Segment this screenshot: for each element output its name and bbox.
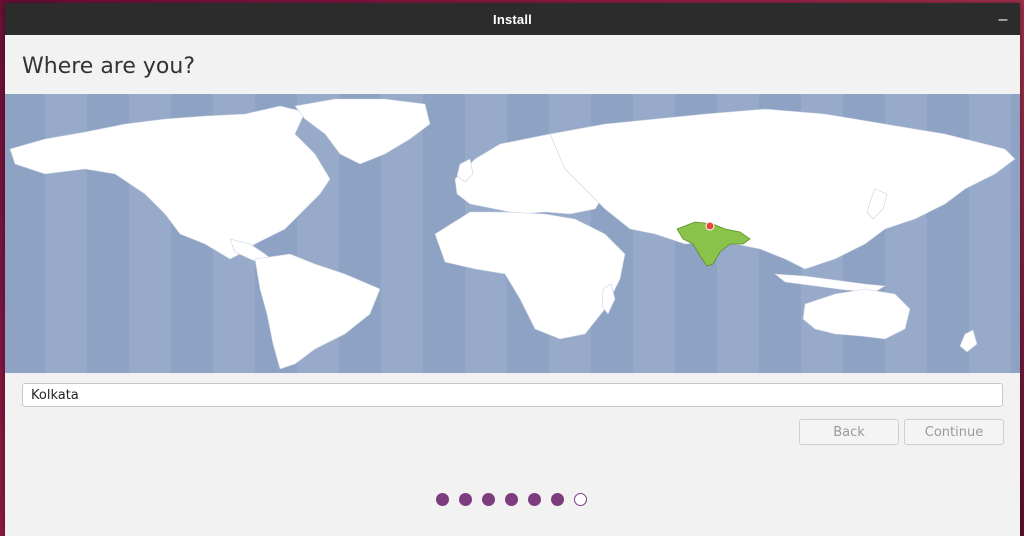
location-input[interactable]	[22, 383, 1003, 407]
progress-dot-completed	[436, 493, 449, 506]
installer-window: Install – Where are you? Kolkata Back Co…	[5, 3, 1020, 536]
timezone-map[interactable]	[5, 94, 1020, 373]
progress-dot-completed	[505, 493, 518, 506]
progress-dot-completed	[459, 493, 472, 506]
location-marker-icon	[705, 221, 715, 231]
title-bar: Install –	[5, 3, 1020, 35]
window-title: Install	[493, 11, 532, 27]
progress-dot-completed	[482, 493, 495, 506]
progress-dots	[436, 493, 587, 506]
progress-dot-completed	[551, 493, 564, 506]
asia	[549, 108, 1016, 270]
world-map-icon	[9, 94, 1016, 373]
back-button[interactable]: Back	[799, 419, 899, 445]
minimize-icon: –	[998, 11, 1008, 28]
continue-button[interactable]: Continue	[904, 419, 1004, 445]
minimize-button[interactable]: –	[992, 7, 1014, 29]
africa	[434, 211, 626, 340]
progress-dot-current	[574, 493, 587, 506]
page-title: Where are you?	[22, 54, 195, 79]
progress-dot-completed	[528, 493, 541, 506]
